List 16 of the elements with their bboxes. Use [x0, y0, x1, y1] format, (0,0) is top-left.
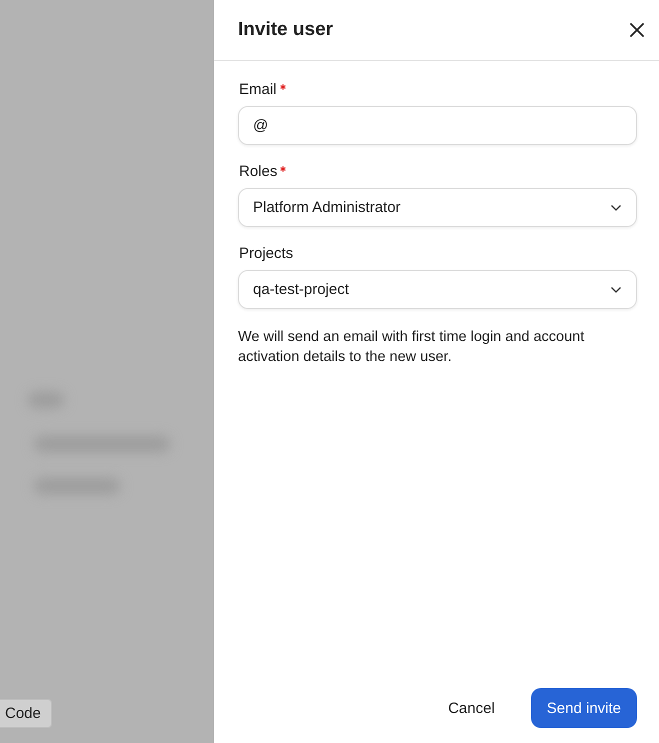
chevron-down-icon: [610, 204, 622, 212]
required-asterisk-icon: [280, 84, 286, 90]
field-label: Email: [239, 81, 277, 98]
email-field[interactable]: @: [238, 106, 637, 145]
required-asterisk-icon: [280, 166, 286, 172]
select-field[interactable]: qa-test-project: [238, 270, 637, 309]
panel-title: Invite user: [238, 19, 334, 41]
select-field[interactable]: Platform Administrator: [238, 188, 637, 227]
field-label: Projects: [239, 245, 294, 262]
close-icon[interactable]: [629, 22, 645, 38]
send-invite-button[interactable]: Send invite: [530, 688, 637, 728]
cancel-button[interactable]: Cancel: [432, 688, 511, 728]
chevron-down-icon: [610, 286, 622, 294]
info-text: We will send an email with first time login and account activation details to the new user.: [238, 328, 586, 367]
field-label: Roles: [239, 163, 278, 180]
code-button[interactable]: Code: [0, 699, 52, 728]
